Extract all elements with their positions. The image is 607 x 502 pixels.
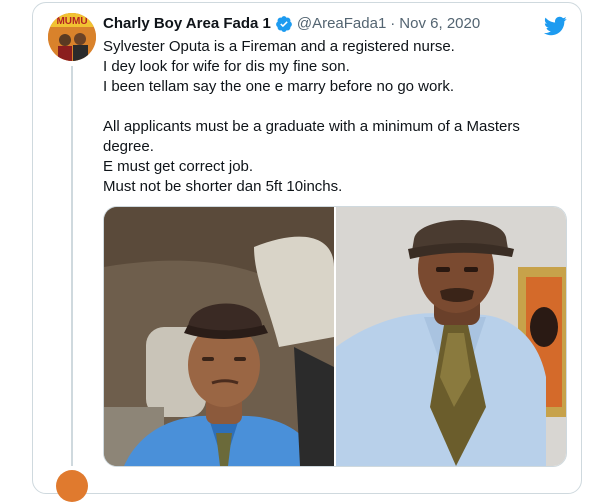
media-photo-1[interactable] — [104, 207, 334, 466]
user-handle[interactable]: @AreaFada1 — [297, 14, 386, 34]
tweet-text: Sylvester Oputa is a Fireman and a regis… — [103, 37, 563, 197]
tweet-text-line: Sylvester Oputa is a Fireman and a regis… — [103, 38, 455, 55]
next-tweet-avatar[interactable] — [56, 470, 88, 502]
verified-badge-icon — [275, 15, 293, 33]
media-photo-2[interactable] — [336, 207, 566, 466]
thread-connector-line — [71, 66, 73, 466]
twitter-bird-icon[interactable] — [543, 14, 567, 38]
tweet-text-line: Must not be shorter dan 5ft 10inchs. — [103, 178, 343, 195]
tweet-text-line: I been tellam say the one e marry before… — [103, 78, 455, 95]
tweet-text-line: I dey look for wife for dis my fine son. — [103, 58, 350, 75]
tweet-date[interactable]: Nov 6, 2020 — [399, 14, 480, 34]
avatar[interactable]: MUMU — [48, 13, 96, 61]
separator-dot: · — [390, 15, 396, 32]
display-name[interactable]: Charly Boy Area Fada 1 — [103, 14, 271, 34]
avatar-logo-text: MUMU — [56, 16, 87, 27]
tweet-text-line: degree. — [103, 138, 154, 155]
tweet-media — [103, 206, 567, 467]
tweet-text-line: E must get correct job. — [103, 158, 254, 175]
tweet-header: Charly Boy Area Fada 1 @AreaFada1 · Nov … — [103, 14, 480, 34]
tweet-text-line: All applicants must be a graduate with a… — [103, 118, 520, 135]
